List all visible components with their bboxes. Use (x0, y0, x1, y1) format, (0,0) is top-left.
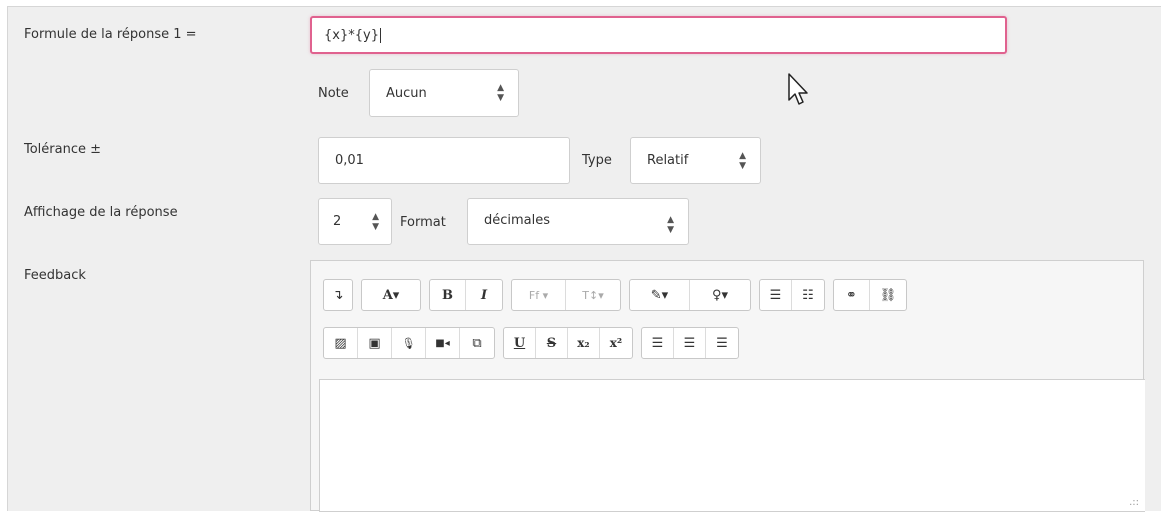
tolerance-input[interactable]: 0,01 (318, 137, 570, 184)
link-button[interactable]: ⚭ (834, 280, 870, 310)
font-family-icon: Ff ▾ (528, 288, 549, 302)
insert-image-button[interactable]: ▨ (324, 328, 358, 358)
record-video-button[interactable]: ■◂ (426, 328, 460, 358)
align-right-icon: ☰ (716, 335, 728, 351)
feedback-label: Feedback (24, 268, 86, 283)
insert-media-icon: ▣ (368, 335, 381, 351)
display-label: Affichage de la réponse (24, 205, 178, 220)
show-more-icon: ↴ (332, 287, 344, 303)
link-icon: ⚭ (846, 287, 857, 303)
highlight-button[interactable]: ♀▾ (690, 280, 750, 310)
toolbar-group-expand: ↴ (323, 279, 353, 311)
resize-handle-icon[interactable]: .:: (1129, 497, 1139, 508)
editor-toolbar-row-2: ▨ ▣ 🎙 ■◂ ⧉ U S x₂ x² ☰ ☰ ☰ (323, 327, 739, 359)
bold-icon: B (442, 287, 453, 303)
strikethrough-icon: S (546, 335, 557, 351)
toolbar-group-format: B I (429, 279, 503, 311)
text-caret (379, 27, 381, 43)
bold-button[interactable]: B (430, 280, 466, 310)
numbered-list-icon: ☷ (802, 287, 814, 303)
formula-label: Formule de la réponse 1 = (24, 27, 197, 42)
note-label: Note (318, 86, 349, 101)
note-select-value: Aucun (386, 85, 427, 101)
underline-button[interactable]: U (504, 328, 536, 358)
formula-value: {x}*{y} (324, 27, 379, 43)
tolerance-value: 0,01 (335, 153, 364, 168)
superscript-icon: x² (609, 336, 623, 350)
toolbar-group-color: ✎▾ ♀▾ (629, 279, 751, 311)
numbered-list-button[interactable]: ☷ (792, 280, 824, 310)
format-select-value: décimales (484, 213, 551, 228)
font-size-icon: T↕▾ (582, 288, 604, 302)
toolbar-group-links: ⚭ ⛓ (833, 279, 907, 311)
text-color-button[interactable]: ✎▾ (630, 280, 690, 310)
toolbar-group-align: ☰ ☰ ☰ (641, 327, 739, 359)
align-left-icon: ☰ (651, 335, 664, 351)
select-arrows-icon: ▲ ▼ (739, 150, 746, 171)
type-select-value: Relatif (647, 153, 689, 168)
underline-icon: U (513, 335, 526, 351)
show-more-button[interactable]: ↴ (324, 280, 352, 310)
align-center-icon: ☰ (683, 335, 696, 351)
toolbar-group-textdecor: U S x₂ x² (503, 327, 633, 359)
record-audio-icon: 🎙 (401, 336, 416, 350)
insert-media-button[interactable]: ▣ (358, 328, 392, 358)
note-select[interactable]: Aucun ▲ ▼ (369, 69, 519, 117)
toolbar-group-font: Ff ▾ T↕▾ (511, 279, 621, 311)
superscript-button[interactable]: x² (600, 328, 632, 358)
formula-input[interactable]: {x}*{y} (310, 16, 1007, 54)
toolbar-group-lists: ☰ ☷ (759, 279, 825, 311)
unlink-button[interactable]: ⛓ (870, 280, 906, 310)
text-color-icon: ✎▾ (650, 287, 669, 303)
editor-toolbar-row-1: ↴ A▾ B I Ff ▾ T↕▾ ✎▾ ♀▾ ☰ ☷ ⚭ ⛓ (323, 279, 907, 311)
bullet-list-icon: ☰ (769, 287, 782, 303)
feedback-editor: ↴ A▾ B I Ff ▾ T↕▾ ✎▾ ♀▾ ☰ ☷ ⚭ ⛓ ▨ ▣ 🎙 ■◂… (310, 260, 1145, 512)
format-select[interactable]: décimales ▲ ▼ (467, 198, 689, 245)
insert-image-icon: ▨ (334, 335, 347, 351)
highlight-icon: ♀▾ (711, 287, 729, 303)
manage-files-icon: ⧉ (472, 335, 482, 351)
record-video-icon: ■◂ (435, 337, 450, 349)
subscript-icon: x₂ (577, 336, 590, 350)
align-center-button[interactable]: ☰ (674, 328, 706, 358)
subscript-button[interactable]: x₂ (568, 328, 600, 358)
text-style-button[interactable]: A▾ (362, 280, 420, 310)
toolbar-group-style: A▾ (361, 279, 421, 311)
align-right-button[interactable]: ☰ (706, 328, 738, 358)
digits-select-value: 2 (333, 214, 342, 229)
select-arrows-icon: ▲ ▼ (667, 215, 674, 235)
type-label: Type (582, 153, 612, 168)
align-left-button[interactable]: ☰ (642, 328, 674, 358)
type-select[interactable]: Relatif ▲ ▼ (630, 137, 761, 184)
toolbar-group-media: ▨ ▣ 🎙 ■◂ ⧉ (323, 327, 495, 359)
italic-icon: I (480, 287, 488, 303)
feedback-content-area[interactable]: .:: (319, 379, 1145, 512)
unlink-icon: ⛓ (879, 287, 897, 303)
select-arrows-icon: ▲ ▼ (497, 83, 504, 103)
font-size-button[interactable]: T↕▾ (566, 280, 620, 310)
text-style-icon: A▾ (382, 287, 400, 303)
format-label: Format (400, 215, 446, 230)
digits-select[interactable]: 2 ▲ ▼ (318, 198, 392, 245)
font-family-button[interactable]: Ff ▾ (512, 280, 566, 310)
tolerance-label: Tolérance ± (24, 142, 102, 157)
strikethrough-button[interactable]: S (536, 328, 568, 358)
mouse-cursor-icon (788, 73, 808, 105)
manage-files-button[interactable]: ⧉ (460, 328, 494, 358)
bullet-list-button[interactable]: ☰ (760, 280, 792, 310)
record-audio-button[interactable]: 🎙 (392, 328, 426, 358)
italic-button[interactable]: I (466, 280, 502, 310)
select-arrows-icon: ▲ ▼ (372, 211, 379, 232)
